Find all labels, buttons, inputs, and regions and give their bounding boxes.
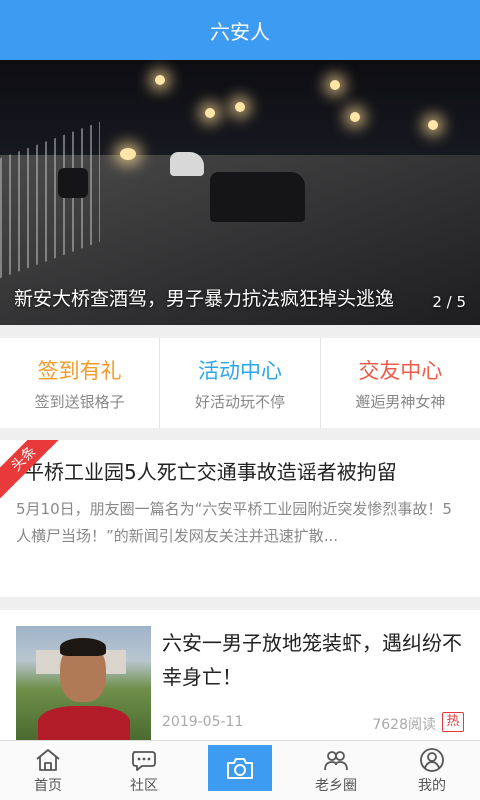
- car: [58, 168, 88, 198]
- tab-profile[interactable]: 我的: [384, 741, 480, 800]
- tab-community[interactable]: 社区: [96, 741, 192, 800]
- thumbnail-shirt: [38, 706, 130, 740]
- car: [170, 152, 204, 176]
- article-date: 2019-05-11: [162, 714, 244, 730]
- feature-title: 签到有礼: [37, 358, 122, 383]
- tab-label: 老乡圈: [315, 777, 357, 794]
- news-list-item[interactable]: 六安一男子放地笼装虾，遇纠纷不幸身亡！ 2019-05-11 7628阅读 热: [0, 610, 480, 740]
- feature-title: 交友中心: [358, 358, 443, 383]
- article-title: 六安一男子放地笼装虾，遇纠纷不幸身亡！: [162, 631, 462, 689]
- tab-hometown-circle[interactable]: 老乡圈: [288, 741, 384, 800]
- banner-pager: 2 / 5: [432, 293, 466, 311]
- page-title: 六安人: [210, 19, 270, 44]
- street-light: [155, 75, 165, 85]
- article-thumbnail: [16, 626, 151, 740]
- camera-icon: [227, 757, 253, 779]
- street-light: [428, 120, 438, 130]
- feature-dating[interactable]: 交友中心 邂逅男神女神: [321, 338, 480, 428]
- headline-article[interactable]: 平桥工业园5人死亡交通事故造谣者被拘留 头条 5月10日，朋友圈一篇名为“六安平…: [0, 440, 480, 597]
- tab-label: 社区: [130, 777, 158, 794]
- banner-caption: 新安大桥查酒驾，男子暴力抗法疯狂掉头逃逸: [14, 288, 395, 310]
- street-light: [350, 112, 360, 122]
- feature-title: 活动中心: [197, 358, 282, 383]
- banner-carousel[interactable]: 新安大桥查酒驾，男子暴力抗法疯狂掉头逃逸 2 / 5: [0, 60, 480, 325]
- feature-activity[interactable]: 活动中心 好活动玩不停: [160, 338, 321, 428]
- headlight: [120, 148, 136, 160]
- street-light: [205, 108, 215, 118]
- user-icon: [420, 747, 444, 772]
- feature-subtitle: 好活动玩不停: [194, 392, 285, 411]
- camera-button[interactable]: [208, 744, 272, 791]
- people-icon: [324, 750, 348, 770]
- tab-home[interactable]: 首页: [0, 741, 96, 800]
- article-summary: 5月10日，朋友圈一篇名为“六安平桥工业园附近突发惨烈事故！5人横尸当场！”的新…: [16, 500, 452, 545]
- tab-label: 首页: [34, 777, 62, 794]
- chat-icon: [132, 750, 156, 771]
- tab-label: 我的: [418, 777, 446, 794]
- article-read-count: 7628阅读: [372, 717, 436, 733]
- bottom-tab-bar: 首页 社区 老乡圈 我的: [0, 740, 480, 800]
- thumbnail-hair: [60, 638, 106, 656]
- app-header: 六安人: [0, 0, 480, 60]
- car: [210, 172, 305, 222]
- street-light: [235, 102, 245, 112]
- hot-badge: 热: [442, 712, 464, 732]
- home-icon: [36, 748, 60, 771]
- article-title: 平桥工业园5人死亡交通事故造谣者被拘留: [24, 460, 397, 484]
- tab-camera[interactable]: [192, 741, 288, 800]
- feature-checkin[interactable]: 签到有礼 签到送银格子: [0, 338, 161, 428]
- feature-subtitle: 邂逅男神女神: [355, 392, 446, 411]
- feature-grid: 签到有礼 签到送银格子 活动中心 好活动玩不停 交友中心 邂逅男神女神: [0, 338, 480, 428]
- feature-subtitle: 签到送银格子: [34, 392, 125, 411]
- street-light: [330, 80, 340, 90]
